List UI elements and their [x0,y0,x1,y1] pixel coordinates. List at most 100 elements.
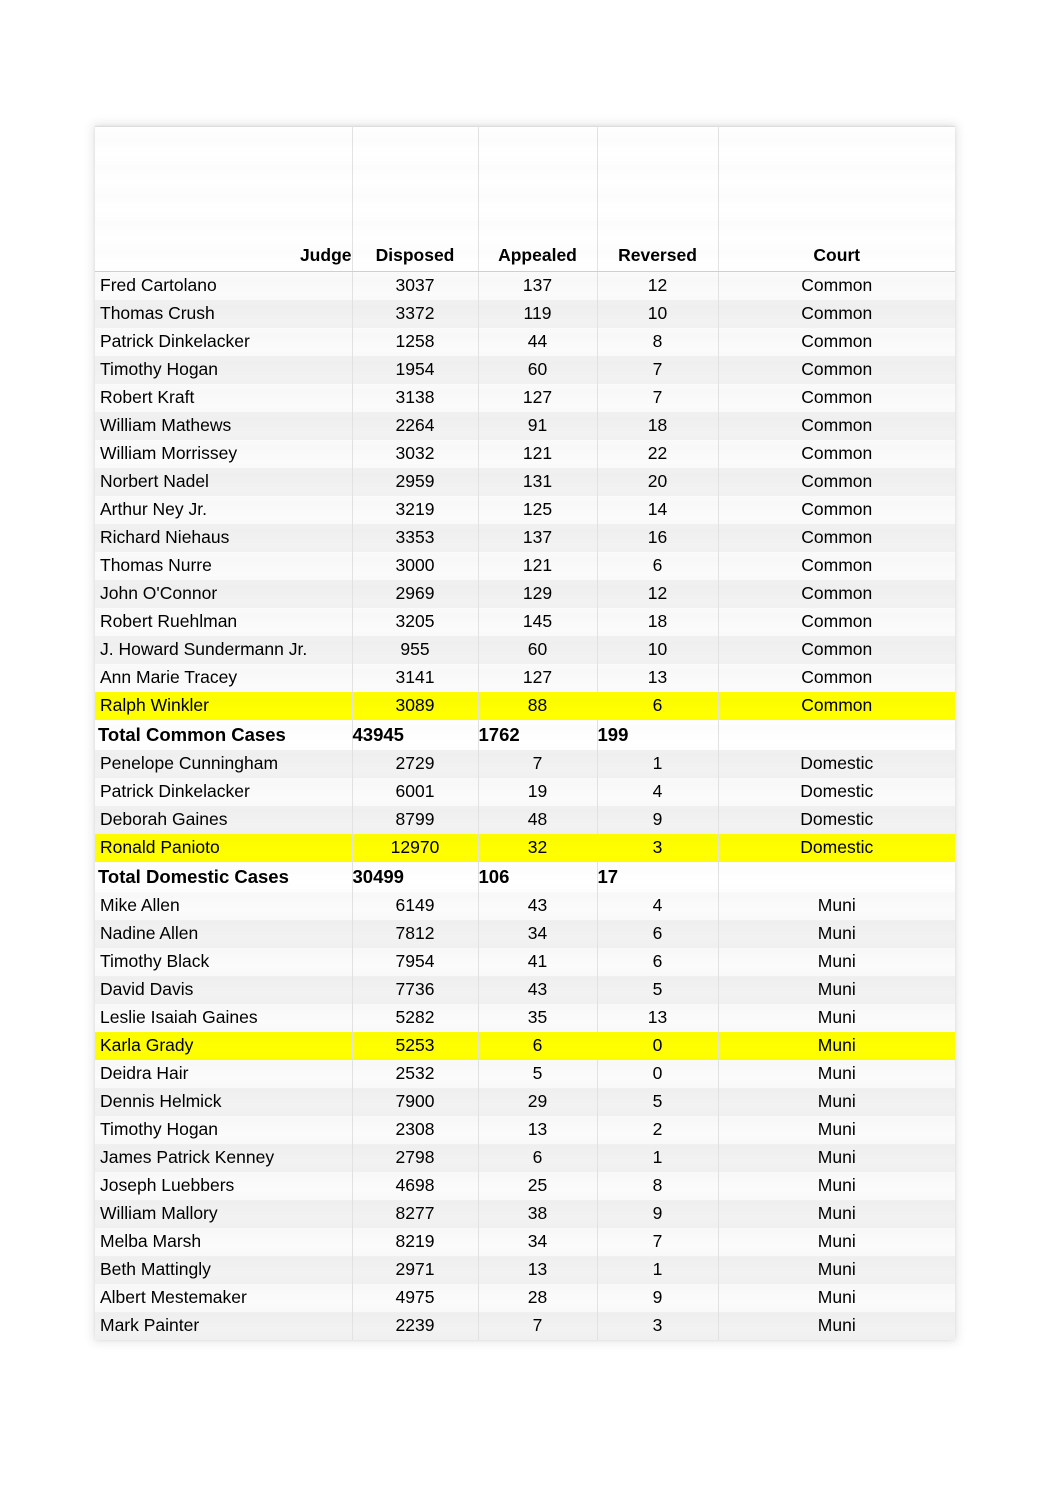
cell-court[interactable]: Common [718,552,955,580]
cell-reversed[interactable]: 10 [597,636,719,664]
table-row[interactable]: Deidra Hair 2532 5 0 Muni [95,1060,955,1088]
cell-reversed[interactable]: 1 [597,1256,719,1284]
cell-appealed[interactable]: 129 [478,580,598,608]
cell-appealed[interactable]: 60 [478,356,598,384]
cell-court[interactable]: Muni [718,976,955,1004]
cell-disposed[interactable]: 2971 [352,1256,479,1284]
cell-disposed[interactable]: 7900 [352,1088,479,1116]
cell-judge[interactable]: William Mallory [95,1200,353,1228]
cell-reversed[interactable]: 13 [597,1004,719,1032]
cell-judge[interactable]: Timothy Black [95,948,353,976]
table-row[interactable]: Karla Grady 5253 6 0 Muni [95,1032,955,1060]
cell-reversed[interactable]: 2 [597,1116,719,1144]
cell-appealed[interactable]: 43 [478,892,598,920]
cell-appealed[interactable]: 43 [478,976,598,1004]
cell-disposed[interactable]: 955 [352,636,479,664]
cell-judge[interactable]: John O'Connor [95,580,353,608]
cell-reversed[interactable]: 0 [597,1032,719,1060]
cell-reversed[interactable]: 7 [597,1228,719,1256]
cell-disposed[interactable]: 3219 [352,496,479,524]
cell-disposed[interactable]: 8277 [352,1200,479,1228]
cell-court[interactable]: Common [718,440,955,468]
cell-appealed[interactable]: 127 [478,664,598,692]
cell-appealed[interactable]: 13 [478,1256,598,1284]
table-row[interactable]: John O'Connor 2969 129 12 Common [95,580,955,608]
cell-judge[interactable]: Patrick Dinkelacker [95,328,353,356]
cell-judge[interactable]: Ralph Winkler [95,692,353,720]
cell-appealed[interactable]: 1762 [478,720,598,750]
cell-reversed[interactable]: 10 [597,300,719,328]
cell-judge[interactable]: Robert Kraft [95,384,353,412]
cell-disposed[interactable]: 43945 [352,720,479,750]
column-header-appealed[interactable]: Appealed [478,240,598,272]
cell-court[interactable]: Common [718,300,955,328]
table-row[interactable]: Timothy Black 7954 41 6 Muni [95,948,955,976]
cell-judge[interactable]: Norbert Nadel [95,468,353,496]
cell-reversed[interactable]: 12 [597,580,719,608]
cell-judge[interactable]: Beth Mattingly [95,1256,353,1284]
cell-disposed[interactable]: 8219 [352,1228,479,1256]
cell-court[interactable]: Domestic [718,834,955,862]
cell-reversed[interactable]: 4 [597,892,719,920]
column-header-reversed[interactable]: Reversed [597,240,719,272]
cell-disposed[interactable]: 3037 [352,271,479,300]
cell-reversed[interactable]: 20 [597,468,719,496]
cell-court[interactable]: Common [718,384,955,412]
cell-disposed[interactable]: 7812 [352,920,479,948]
cell-appealed[interactable]: 25 [478,1172,598,1200]
cell-appealed[interactable]: 34 [478,920,598,948]
cell-disposed[interactable]: 4698 [352,1172,479,1200]
cell-judge[interactable]: Timothy Hogan [95,356,353,384]
table-row[interactable]: Albert Mestemaker 4975 28 9 Muni [95,1284,955,1312]
cell-reversed[interactable]: 199 [597,720,719,750]
cell-appealed[interactable]: 13 [478,1116,598,1144]
table-row[interactable]: Thomas Crush 3372 119 10 Common [95,300,955,328]
cell-judge[interactable]: Ronald Panioto [95,834,353,862]
cell-judge[interactable]: Joseph Luebbers [95,1172,353,1200]
cell-court[interactable]: Muni [718,1312,955,1340]
cell-disposed[interactable]: 1258 [352,328,479,356]
cell-reversed[interactable]: 9 [597,1284,719,1312]
cell-appealed[interactable]: 137 [478,524,598,552]
cell-court[interactable]: Common [718,496,955,524]
cell-disposed[interactable]: 2798 [352,1144,479,1172]
cell-court[interactable]: Muni [718,1256,955,1284]
table-row[interactable]: Penelope Cunningham 2729 7 1 Domestic [95,750,955,778]
cell-appealed[interactable]: 125 [478,496,598,524]
cell-court[interactable]: Common [718,692,955,720]
table-row[interactable]: Norbert Nadel 2959 131 20 Common [95,468,955,496]
cell-appealed[interactable]: 32 [478,834,598,862]
cell-court[interactable]: Muni [718,1172,955,1200]
cell-appealed[interactable]: 35 [478,1004,598,1032]
cell-judge[interactable]: William Mathews [95,412,353,440]
table-row[interactable]: Patrick Dinkelacker 1258 44 8 Common [95,328,955,356]
cell-court[interactable]: Muni [718,1144,955,1172]
table-row[interactable]: Robert Kraft 3138 127 7 Common [95,384,955,412]
cell-judge[interactable]: Thomas Crush [95,300,353,328]
cell-reversed[interactable]: 8 [597,328,719,356]
cell-disposed[interactable]: 3032 [352,440,479,468]
table-row[interactable]: James Patrick Kenney 2798 6 1 Muni [95,1144,955,1172]
cell-reversed[interactable]: 1 [597,1144,719,1172]
cell-court[interactable] [718,862,955,892]
cell-reversed[interactable]: 17 [597,862,719,892]
cell-disposed[interactable]: 2969 [352,580,479,608]
table-row[interactable]: Ralph Winkler 3089 88 6 Common [95,692,955,720]
cell-reversed[interactable]: 9 [597,1200,719,1228]
cell-court[interactable]: Common [718,468,955,496]
cell-appealed[interactable]: 28 [478,1284,598,1312]
cell-disposed[interactable]: 1954 [352,356,479,384]
cell-judge[interactable]: Total Common Cases [95,720,353,750]
cell-appealed[interactable]: 137 [478,271,598,300]
column-header-court[interactable]: Court [718,240,955,272]
cell-court[interactable]: Muni [718,1200,955,1228]
cell-reversed[interactable]: 1 [597,750,719,778]
cell-appealed[interactable]: 91 [478,412,598,440]
cell-court[interactable]: Muni [718,1088,955,1116]
cell-judge[interactable]: Mark Painter [95,1312,353,1340]
cell-judge[interactable]: Richard Niehaus [95,524,353,552]
cell-court[interactable]: Muni [718,1284,955,1312]
cell-reversed[interactable]: 5 [597,1088,719,1116]
cell-disposed[interactable]: 5253 [352,1032,479,1060]
table-row[interactable]: William Morrissey 3032 121 22 Common [95,440,955,468]
